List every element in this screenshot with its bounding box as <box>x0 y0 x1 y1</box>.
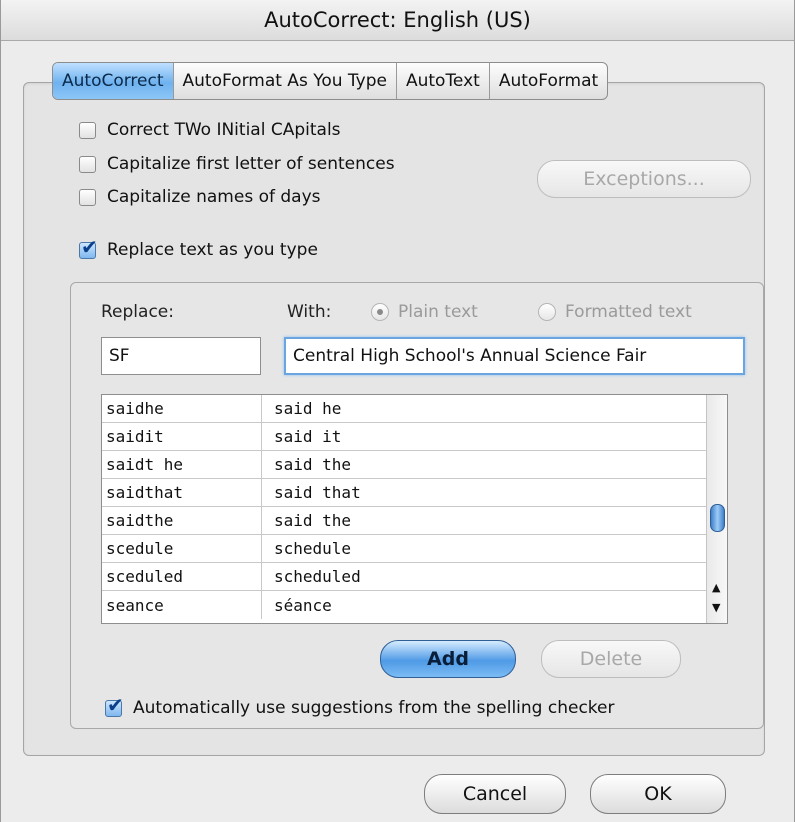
check-icon: ✔ <box>107 692 124 717</box>
scroll-thumb[interactable] <box>710 504 725 532</box>
tab-autotext[interactable]: AutoText <box>397 63 490 99</box>
table-row[interactable]: sceduled scheduled <box>102 563 708 591</box>
entries-table: saidhe said he saidit said it saidt he s… <box>101 394 728 624</box>
replace-cell: seance <box>102 591 262 619</box>
with-cell: said he <box>274 399 342 418</box>
with-cell: said it <box>274 427 342 446</box>
table-row[interactable]: saidthat said that <box>102 479 708 507</box>
check-icon: ✔ <box>81 234 98 259</box>
autocorrect-dialog: AutoCorrect: English (US) AutoCorrect Au… <box>0 0 795 822</box>
with-label: With: <box>287 302 332 322</box>
replace-cell: saidthe <box>102 507 262 534</box>
option-capitalize-days[interactable]: Capitalize names of days <box>79 187 321 207</box>
radio-dot[interactable] <box>538 303 556 321</box>
replace-input[interactable]: SF <box>101 337 261 375</box>
checkbox[interactable] <box>79 155 96 173</box>
scroll-up-arrow-icon[interactable]: ▲ <box>712 581 720 594</box>
tab-autoformat-as-you-type[interactable]: AutoFormat As You Type <box>174 63 397 99</box>
option-label: Automatically use suggestions from the s… <box>133 698 615 718</box>
ok-button[interactable]: OK <box>590 774 726 814</box>
table-scrollbar[interactable]: ▲ ▼ <box>706 395 727 623</box>
option-label: Replace text as you type <box>107 240 318 260</box>
tab-autoformat[interactable]: AutoFormat <box>490 63 607 99</box>
table-row[interactable]: saidit said it <box>102 423 708 451</box>
radio-label: Plain text <box>398 302 478 322</box>
add-button[interactable]: Add <box>380 640 516 678</box>
option-replace-as-you-type[interactable]: ✔ Replace text as you type <box>79 237 318 260</box>
table-row[interactable]: saidhe said he <box>102 395 708 423</box>
option-auto-suggestions[interactable]: ✔ Automatically use suggestions from the… <box>105 695 615 718</box>
checkbox[interactable] <box>79 188 96 206</box>
table-row[interactable]: saidthe said the <box>102 507 708 535</box>
tab-bar: AutoCorrect AutoFormat As You Type AutoT… <box>52 62 609 100</box>
with-input[interactable]: Central High School's Annual Science Fai… <box>284 337 745 375</box>
replace-cell: saidt he <box>102 451 262 478</box>
with-cell: said that <box>274 483 361 502</box>
option-label: Capitalize first letter of sentences <box>107 154 395 174</box>
table-row[interactable]: saidt he said the <box>102 451 708 479</box>
replace-label: Replace: <box>101 302 174 322</box>
radio-label: Formatted text <box>565 302 692 322</box>
checkbox[interactable]: ✔ <box>105 695 124 717</box>
with-cell: schedule <box>274 539 352 558</box>
with-cell: scheduled <box>274 567 361 586</box>
title-bar[interactable]: AutoCorrect: English (US) <box>1 0 794 41</box>
cancel-button[interactable]: Cancel <box>424 774 566 814</box>
replace-cell: saidthat <box>102 479 262 506</box>
option-label: Correct TWo INitial CApitals <box>107 120 341 140</box>
delete-button[interactable]: Delete <box>541 640 681 678</box>
replace-cell: scedule <box>102 535 262 562</box>
tab-autocorrect[interactable]: AutoCorrect <box>53 63 174 99</box>
with-cell: séance <box>274 595 332 615</box>
with-cell: said the <box>274 455 352 474</box>
radio-dot[interactable] <box>371 303 389 321</box>
formatted-text-radio[interactable]: Formatted text <box>538 302 692 322</box>
checkbox[interactable]: ✔ <box>79 237 98 259</box>
checkbox[interactable] <box>79 121 96 139</box>
option-label: Capitalize names of days <box>107 187 321 207</box>
option-correct-two-initial[interactable]: Correct TWo INitial CApitals <box>79 120 341 140</box>
table-row[interactable]: seance séance <box>102 591 708 619</box>
replace-cell: sceduled <box>102 563 262 590</box>
option-capitalize-first-letter[interactable]: Capitalize first letter of sentences <box>79 154 395 174</box>
replace-cell: saidhe <box>102 395 262 422</box>
with-cell: said the <box>274 511 352 530</box>
window-title: AutoCorrect: English (US) <box>264 8 531 32</box>
exceptions-button[interactable]: Exceptions... <box>537 160 751 198</box>
scroll-down-arrow-icon[interactable]: ▼ <box>712 601 720 614</box>
table-row[interactable]: scedule schedule <box>102 535 708 563</box>
plain-text-radio[interactable]: Plain text <box>371 302 478 322</box>
replace-cell: saidit <box>102 423 262 450</box>
